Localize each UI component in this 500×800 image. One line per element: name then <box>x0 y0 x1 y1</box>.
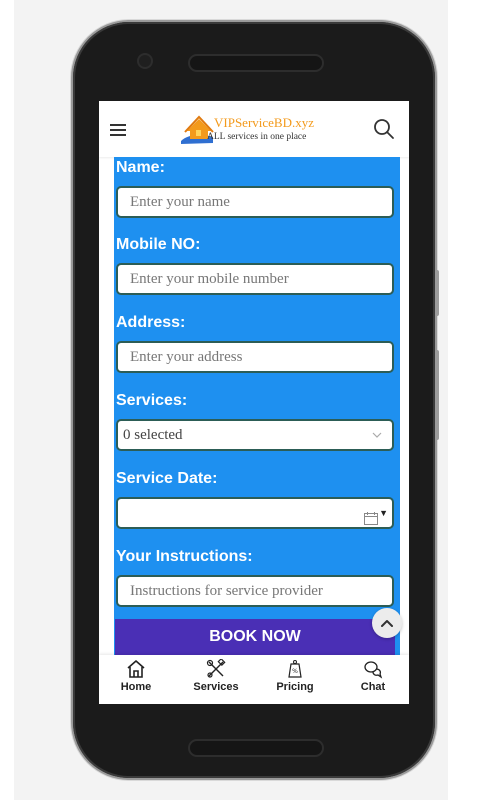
svg-text:%: % <box>292 668 298 675</box>
nav-item-pricing[interactable]: % Pricing <box>265 659 325 693</box>
tools-icon <box>206 659 226 678</box>
instructions-label: Your Instructions: <box>116 548 253 565</box>
nav-item-chat[interactable]: Chat <box>343 659 403 693</box>
bottom-navigation: Home Services % Pricing Chat <box>99 655 409 704</box>
phone-power-button <box>435 350 439 440</box>
services-label: Services: <box>116 392 188 409</box>
calendar-icon[interactable] <box>364 507 378 535</box>
services-selected-value: 0 selected <box>123 427 183 443</box>
mobile-label: Mobile NO: <box>116 236 201 253</box>
services-select[interactable]: 0 selected <box>116 419 394 451</box>
price-tag-icon: % <box>288 660 302 678</box>
chevron-down-icon <box>372 421 382 459</box>
logo-title: VIPServiceBD.xyz <box>214 115 315 130</box>
nav-item-services[interactable]: Services <box>186 659 246 693</box>
logo-subtitle: ALL services in one place <box>207 132 307 142</box>
nav-label-services: Services <box>193 681 239 693</box>
search-icon[interactable] <box>373 118 395 140</box>
phone-volume-button <box>435 270 439 316</box>
app-header: VIPServiceBD.xyz ALL services in one pla… <box>99 101 409 157</box>
date-dropdown-arrow-icon[interactable]: ▼ <box>379 499 388 527</box>
name-label: Name: <box>116 159 165 176</box>
address-label: Address: <box>116 314 186 331</box>
instructions-input[interactable]: Instructions for service provider <box>116 575 394 607</box>
nav-item-home[interactable]: Home <box>106 659 166 693</box>
mobile-input[interactable]: Enter your mobile number <box>116 263 394 295</box>
phone-camera <box>139 55 151 67</box>
nav-label-chat: Chat <box>360 681 386 693</box>
name-input[interactable]: Enter your name <box>116 186 394 218</box>
nav-label-home: Home <box>120 681 152 693</box>
phone-bottom-speaker <box>188 739 324 757</box>
home-icon <box>127 660 145 678</box>
site-logo[interactable]: VIPServiceBD.xyz ALL services in one pla… <box>179 111 339 149</box>
address-input[interactable]: Enter your address <box>116 341 394 373</box>
service-date-label: Service Date: <box>116 470 218 487</box>
phone-screen: VIPServiceBD.xyz ALL services in one pla… <box>99 101 409 704</box>
service-date-input[interactable]: ▼ <box>116 497 394 529</box>
book-now-button[interactable]: BOOK NOW <box>115 619 395 655</box>
chevron-up-icon <box>381 620 393 627</box>
nav-label-pricing: Pricing <box>276 681 314 693</box>
chat-icon <box>364 661 383 679</box>
scroll-to-top-button[interactable] <box>372 608 402 638</box>
phone-speaker <box>188 54 324 72</box>
hamburger-menu-icon[interactable] <box>110 124 126 136</box>
